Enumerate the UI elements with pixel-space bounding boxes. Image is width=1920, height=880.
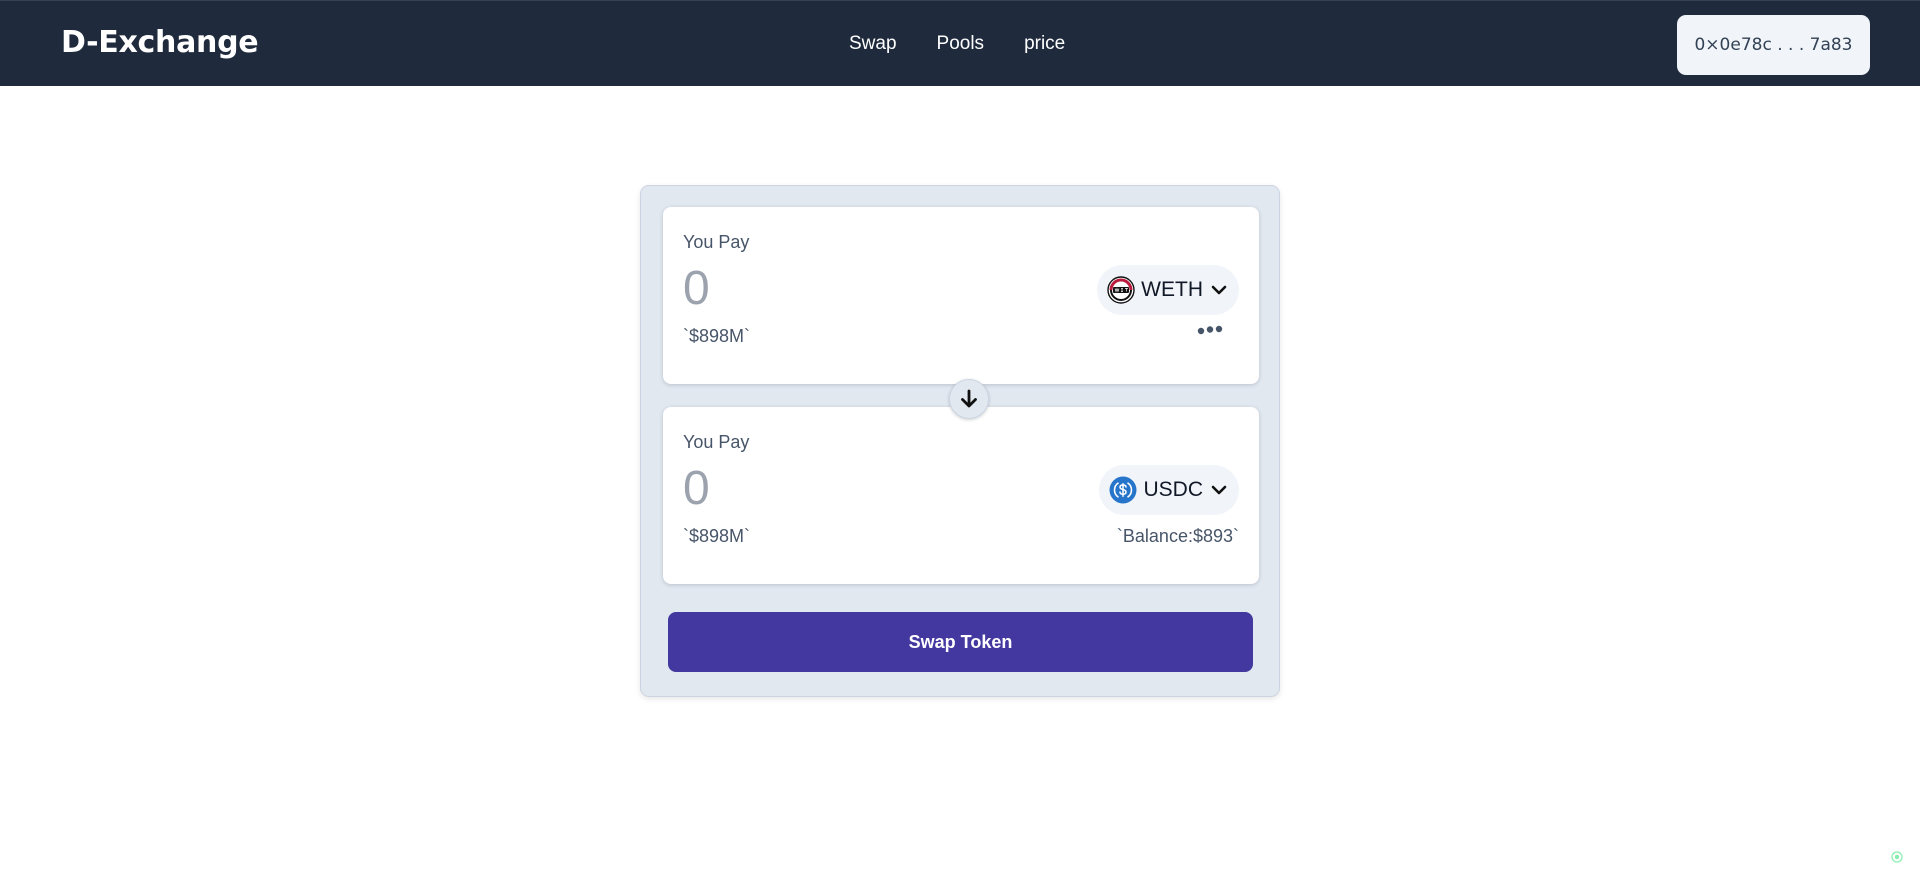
nav-link-swap[interactable]: Swap [849, 33, 897, 55]
wallet-address-button[interactable]: 0×0e78c . . . 7a83 [1677, 15, 1870, 75]
top-navbar: D-Exchange Swap Pools price 0×0e78c . . … [0, 0, 1920, 86]
status-indicator-icon [1891, 851, 1903, 863]
nav-link-price[interactable]: price [1024, 33, 1065, 55]
receive-usd-value: `$898M` [683, 526, 751, 546]
pay-label: You Pay [683, 232, 750, 252]
receive-label: You Pay [683, 432, 750, 452]
main-nav: Swap Pools price [849, 33, 1065, 55]
usdc-logo-icon [1109, 476, 1137, 504]
pay-token-symbol: WETH [1141, 278, 1203, 301]
receive-token-select[interactable]: USDC [1099, 465, 1239, 515]
brand-logo[interactable]: D-Exchange [61, 25, 259, 60]
pay-amount-input[interactable] [681, 259, 945, 317]
receive-token-symbol: USDC [1143, 478, 1203, 501]
receive-panel: You Pay `$898M` USDC `Balance:$893` [663, 407, 1259, 584]
pay-panel: You Pay `$898M` WETH [663, 207, 1259, 384]
receive-balance: `Balance:$893` [1116, 526, 1239, 546]
ellipsis-icon[interactable] [1197, 325, 1223, 335]
swap-token-button[interactable]: Swap Token [668, 612, 1253, 672]
receive-amount-input[interactable] [681, 459, 945, 517]
nav-link-pools[interactable]: Pools [937, 33, 985, 55]
arrow-down-icon [961, 389, 977, 408]
pay-token-select[interactable]: WETH [1097, 265, 1239, 315]
swap-card: You Pay `$898M` WETH You Pay `$898M` [640, 185, 1280, 697]
chevron-down-icon [1211, 485, 1227, 495]
weth-logo-icon [1107, 276, 1135, 304]
pay-usd-value: `$898M` [683, 326, 751, 346]
chevron-down-icon [1211, 285, 1227, 295]
flip-direction-button[interactable] [949, 379, 989, 419]
